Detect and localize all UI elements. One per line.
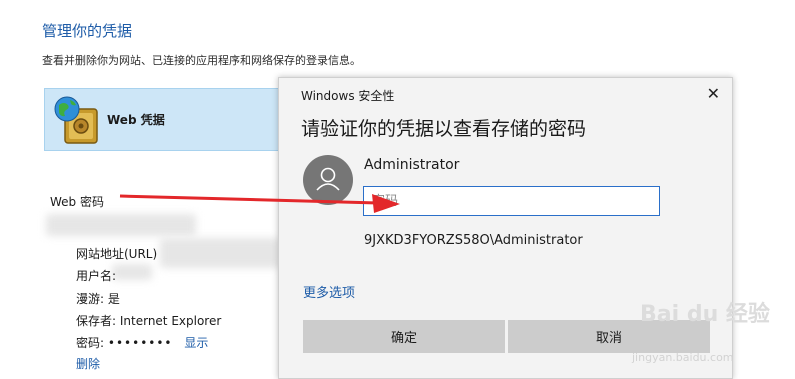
watermark-logo: Bai du 经验 [640,302,770,327]
watermark-url: jingyan.baidu.com [632,351,734,364]
baidu-watermark: Bai du 经验 [640,296,770,328]
